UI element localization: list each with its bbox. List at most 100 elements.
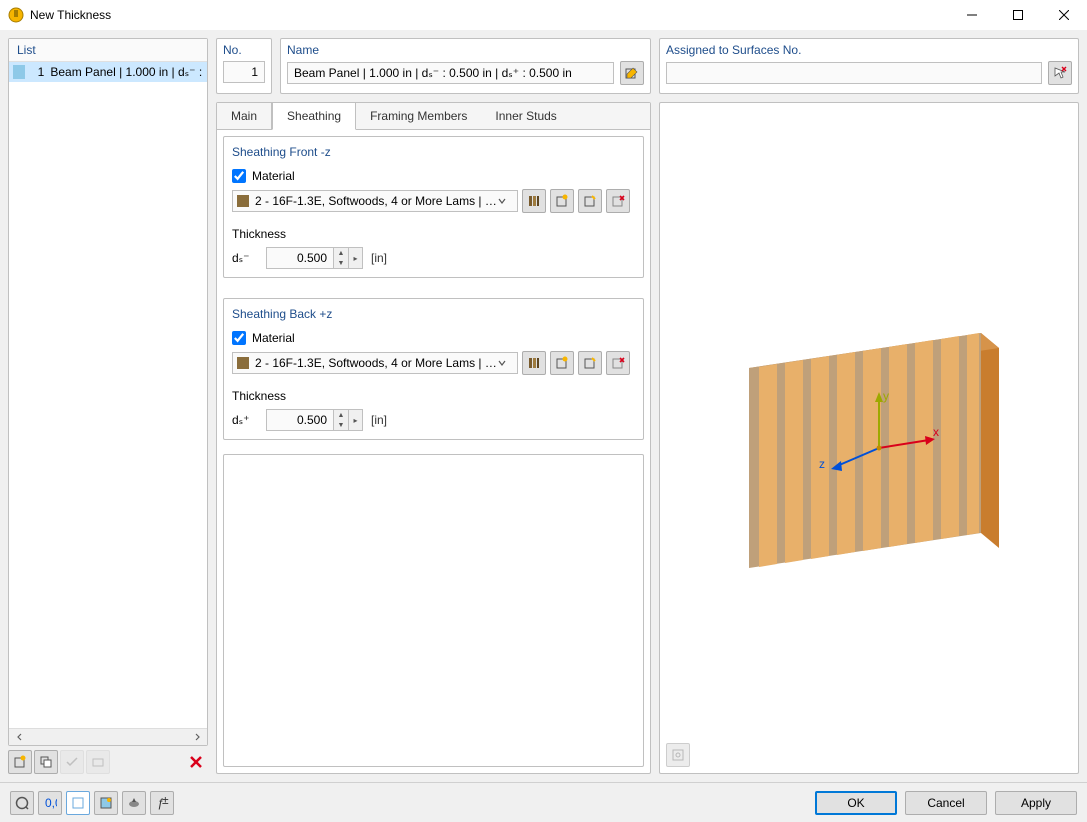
front-material-value: 2 - 16F-1.3E, Softwoods, 4 or More Lams …	[255, 194, 497, 208]
scroll-right-icon[interactable]	[188, 730, 205, 745]
tabs-area: Main Sheathing Framing Members Inner Stu…	[216, 102, 651, 774]
function-button[interactable]: ƒ±	[150, 791, 174, 815]
sheathing-front-section: Sheathing Front -z Material 2 - 16F-1.3E…	[223, 136, 644, 278]
material-swatch-icon	[237, 195, 249, 207]
preview-settings-button[interactable]	[666, 743, 690, 767]
back-thickness-spinner[interactable]: ▲ ▼ ▸	[266, 409, 363, 431]
svg-text:±: ±	[162, 796, 169, 807]
app-icon	[8, 7, 24, 23]
tab-framing[interactable]: Framing Members	[356, 103, 481, 129]
material-swatch-icon	[237, 357, 249, 369]
sheathing-front-title: Sheathing Front -z	[232, 145, 635, 159]
back-thickness-label: Thickness	[232, 389, 635, 403]
new-material-button[interactable]	[550, 189, 574, 213]
empty-section	[223, 454, 644, 767]
assigned-group: Assigned to Surfaces No.	[659, 38, 1079, 94]
color-button[interactable]	[94, 791, 118, 815]
check-button	[60, 750, 84, 774]
assigned-input[interactable]	[666, 62, 1042, 84]
spinner-menu-button[interactable]: ▸	[348, 248, 362, 268]
name-label: Name	[287, 43, 644, 57]
tab-inner-studs[interactable]: Inner Studs	[481, 103, 570, 129]
close-button[interactable]	[1041, 0, 1087, 30]
remove-material-button[interactable]	[606, 351, 630, 375]
units-button[interactable]: 0,00	[38, 791, 62, 815]
new-item-button[interactable]	[8, 750, 32, 774]
back-material-value: 2 - 16F-1.3E, Softwoods, 4 or More Lams …	[255, 356, 497, 370]
spinner-down-button[interactable]: ▼	[334, 420, 348, 430]
bottom-bar: 0,00 ƒ± OK Cancel Apply	[0, 782, 1087, 822]
content-area: List 1 Beam Panel | 1.000 in | dₛ⁻ : 0.5…	[0, 30, 1087, 782]
window-title: New Thickness	[30, 8, 949, 22]
sheathing-back-title: Sheathing Back +z	[232, 307, 635, 321]
svg-text:x: x	[933, 425, 939, 439]
preview-graphic: y x z	[719, 288, 1019, 588]
delete-button[interactable]	[184, 750, 208, 774]
front-thickness-symbol: dₛ⁻	[232, 251, 258, 265]
back-thickness-input[interactable]	[267, 410, 333, 430]
list-toolbar	[8, 746, 208, 774]
front-material-checkbox[interactable]	[232, 169, 246, 183]
front-thickness-label: Thickness	[232, 227, 635, 241]
center-column: No. Name Main Sheathing Framing Members …	[216, 38, 651, 774]
front-material-select[interactable]: 2 - 16F-1.3E, Softwoods, 4 or More Lams …	[232, 190, 518, 212]
pick-button[interactable]	[122, 791, 146, 815]
tab-main[interactable]: Main	[217, 103, 272, 129]
minimize-button[interactable]	[949, 0, 995, 30]
help-button[interactable]	[10, 791, 34, 815]
no-group: No.	[216, 38, 272, 94]
material-library-button[interactable]	[522, 351, 546, 375]
edit-material-button[interactable]	[578, 351, 602, 375]
spinner-menu-button[interactable]: ▸	[348, 410, 362, 430]
no-label: No.	[223, 43, 265, 57]
new-material-button[interactable]	[550, 351, 574, 375]
horizontal-scrollbar[interactable]	[9, 728, 207, 745]
front-thickness-unit: [in]	[371, 251, 387, 265]
chevron-down-icon	[497, 358, 513, 368]
name-group: Name	[280, 38, 651, 94]
pick-surface-button[interactable]	[1048, 61, 1072, 85]
name-input[interactable]	[287, 62, 614, 84]
front-thickness-input[interactable]	[267, 248, 333, 268]
copy-item-button[interactable]	[34, 750, 58, 774]
list-body[interactable]: 1 Beam Panel | 1.000 in | dₛ⁻ : 0.50	[9, 62, 207, 728]
scroll-left-icon[interactable]	[11, 730, 28, 745]
right-column: Assigned to Surfaces No.	[659, 38, 1079, 774]
material-library-button[interactable]	[522, 189, 546, 213]
thickness-icon	[13, 65, 25, 79]
back-thickness-symbol: dₛ⁺	[232, 413, 258, 427]
apply-button[interactable]: Apply	[995, 791, 1077, 815]
tabs-body: Sheathing Front -z Material 2 - 16F-1.3E…	[217, 130, 650, 773]
back-material-select[interactable]: 2 - 16F-1.3E, Softwoods, 4 or More Lams …	[232, 352, 518, 374]
front-material-label: Material	[252, 169, 295, 183]
left-panel: List 1 Beam Panel | 1.000 in | dₛ⁻ : 0.5…	[8, 38, 208, 774]
edit-material-button[interactable]	[578, 189, 602, 213]
tab-sheathing[interactable]: Sheathing	[272, 103, 356, 130]
default-button[interactable]	[66, 791, 90, 815]
cancel-button[interactable]: Cancel	[905, 791, 987, 815]
svg-text:0,00: 0,00	[45, 796, 57, 810]
assigned-label: Assigned to Surfaces No.	[666, 43, 1072, 57]
sheathing-back-section: Sheathing Back +z Material 2 - 16F-1.3E,…	[223, 298, 644, 440]
list-item[interactable]: 1 Beam Panel | 1.000 in | dₛ⁻ : 0.50	[9, 62, 207, 82]
svg-text:z: z	[819, 457, 825, 471]
ok-button[interactable]: OK	[815, 791, 897, 815]
front-thickness-spinner[interactable]: ▲ ▼ ▸	[266, 247, 363, 269]
back-material-checkbox[interactable]	[232, 331, 246, 345]
preview-viewport[interactable]: y x z	[659, 102, 1079, 774]
list-item-number: 1	[29, 65, 44, 79]
maximize-button[interactable]	[995, 0, 1041, 30]
view-button	[86, 750, 110, 774]
edit-name-button[interactable]	[620, 61, 644, 85]
no-input[interactable]	[223, 61, 265, 83]
spinner-up-button[interactable]: ▲	[334, 248, 348, 258]
titlebar: New Thickness	[0, 0, 1087, 30]
back-material-label: Material	[252, 331, 295, 345]
spinner-up-button[interactable]: ▲	[334, 410, 348, 420]
tabs-strip: Main Sheathing Framing Members Inner Stu…	[217, 103, 650, 130]
svg-text:y: y	[883, 389, 889, 403]
back-thickness-unit: [in]	[371, 413, 387, 427]
list-header: List	[9, 39, 207, 62]
remove-material-button[interactable]	[606, 189, 630, 213]
spinner-down-button[interactable]: ▼	[334, 258, 348, 268]
